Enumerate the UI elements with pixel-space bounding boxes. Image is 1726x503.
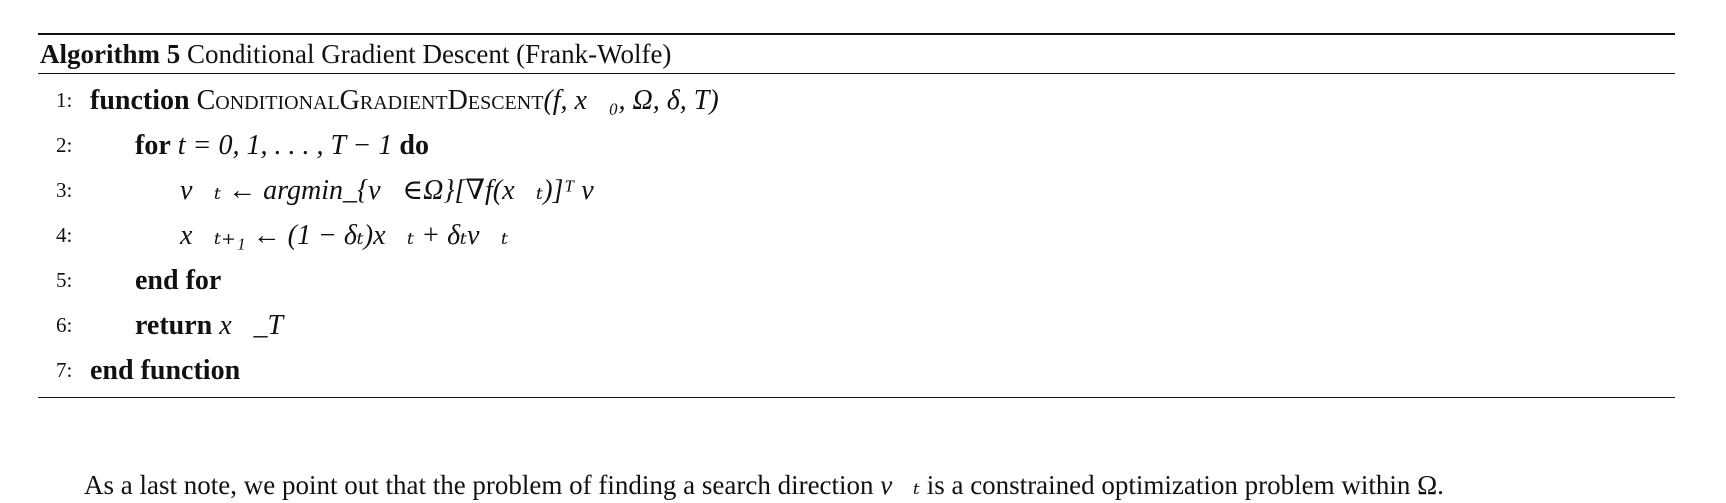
line-number: 7: [56, 358, 73, 382]
keyword-for: for [135, 130, 171, 161]
keyword-do: do [399, 130, 429, 161]
paragraph-text-after: is a constrained optimization problem wi… [926, 470, 1444, 500]
algorithm-block: Algorithm 5 Conditional Gradient Descent… [38, 33, 1675, 398]
algorithm-line-2: 2: for t = 0, 1, . . . , T − 1 do [38, 123, 1675, 168]
keyword-return: return [135, 310, 213, 341]
line-number: 1: [56, 88, 73, 112]
keyword-function: function [90, 85, 190, 116]
line-number: 2: [56, 133, 73, 157]
line-content: v⃗ₜ ← argmin_{v⃗∈Ω}[∇f(x⃗ₜ)]ᵀ v⃗ [180, 168, 615, 213]
argmin-step: v⃗ₜ ← argmin_{v⃗∈Ω}[∇f(x⃗ₜ)]ᵀ v⃗ [180, 175, 616, 206]
algorithm-line-1: 1: function ConditionalGradientDescent(f… [38, 78, 1675, 123]
line-content: return x⃗_T [135, 303, 283, 348]
body-paragraph: As a last note, we point out that the pr… [84, 467, 1444, 503]
paragraph-text-before: As a last note, we point out that the pr… [84, 470, 874, 500]
line-number: 3: [56, 178, 73, 202]
line-number: 4: [56, 223, 73, 247]
algorithm-line-4: 4: x⃗ₜ₊₁ ← (1 − δₜ)x⃗ₜ + δₜv⃗ₜ [38, 213, 1675, 258]
algorithm-line-3: 3: v⃗ₜ ← argmin_{v⃗∈Ω}[∇f(x⃗ₜ)]ᵀ v⃗ [38, 168, 1675, 213]
line-content: end for [135, 258, 221, 303]
line-content: for t = 0, 1, . . . , T − 1 do [135, 123, 429, 168]
line-number: 5: [56, 268, 73, 292]
algorithm-line-6: 6: return x⃗_T [38, 303, 1675, 348]
paragraph-symbol: v⃗ₜ [880, 470, 920, 500]
algorithm-lines: 1: function ConditionalGradientDescent(f… [38, 74, 1675, 397]
function-args: (f, x⃗₀, Ω, δ, T) [543, 85, 719, 116]
update-step: x⃗ₜ₊₁ ← (1 − δₜ)x⃗ₜ + δₜv⃗ₜ [180, 220, 509, 251]
line-number: 6: [56, 313, 73, 337]
line-content: function ConditionalGradientDescent(f, x… [90, 78, 719, 123]
keyword-end-function: end function [90, 355, 241, 386]
loop-range: t = 0, 1, . . . , T − 1 [177, 130, 393, 161]
algorithm-label: Algorithm 5 [40, 39, 181, 69]
line-content: end function [90, 348, 240, 393]
algorithm-caption: Algorithm 5 Conditional Gradient Descent… [38, 35, 1675, 73]
algorithm-line-5: 5: end for [38, 258, 1675, 303]
algorithm-title: Conditional Gradient Descent (Frank-Wolf… [186, 39, 672, 69]
return-value: x⃗_T [219, 310, 284, 341]
keyword-end-for: end for [135, 265, 222, 296]
function-name: ConditionalGradientDescent [196, 85, 544, 116]
algorithm-line-7: 7: end function [38, 348, 1675, 393]
algorithm-bottom-rule [38, 397, 1675, 398]
line-content: x⃗ₜ₊₁ ← (1 − δₜ)x⃗ₜ + δₜv⃗ₜ [180, 213, 508, 258]
